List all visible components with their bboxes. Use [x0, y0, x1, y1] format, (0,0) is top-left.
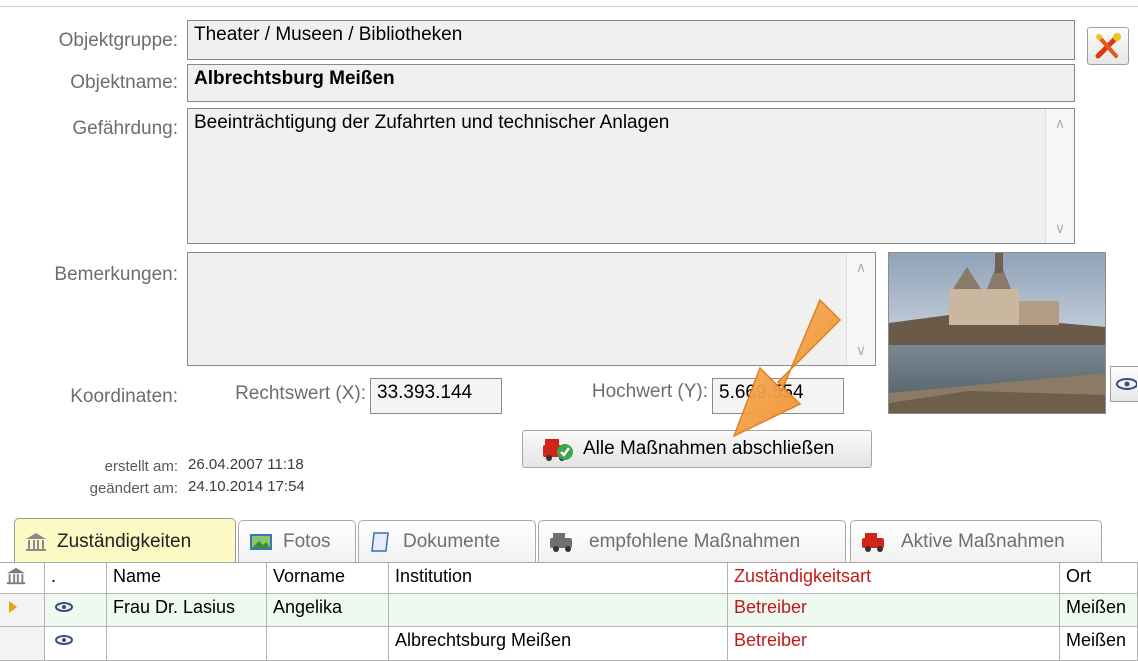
tab-zustaendigkeiten[interactable]: Zuständigkeiten — [14, 518, 236, 564]
table-header-corner — [0, 563, 45, 594]
bemerkungen-scrollbar[interactable]: ∧ ∨ — [846, 253, 875, 365]
gefaehrdung-textarea[interactable]: Beeinträchtigung der Zufahrten und techn… — [187, 108, 1075, 244]
objektname-field[interactable]: Albrechtsburg Meißen — [187, 64, 1075, 102]
tab-dokumente-label: Dokumente — [403, 530, 501, 552]
tab-aktive-massnahmen-label: Aktive Maßnahmen — [901, 530, 1065, 552]
eye-icon — [1116, 378, 1138, 390]
fire-truck-icon — [550, 532, 572, 552]
cell-institution[interactable]: Albrechtsburg Meißen — [389, 627, 728, 661]
tab-aktive-massnahmen[interactable]: Aktive Maßnahmen — [850, 520, 1102, 562]
top-divider — [0, 6, 1138, 7]
cell-institution[interactable] — [389, 594, 728, 627]
cell-ort[interactable]: Meißen — [1060, 594, 1138, 627]
column-header-institution[interactable]: Institution — [389, 563, 728, 594]
row-pointer-icon — [9, 601, 17, 613]
scroll-down-icon[interactable]: ∨ — [847, 342, 875, 359]
fire-truck-red-icon — [862, 532, 884, 552]
gefaehrdung-text: Beeinträchtigung der Zufahrten und techn… — [194, 112, 670, 133]
hochwert-label: Hochwert (Y): — [591, 381, 708, 402]
cell-zustaendigkeitsart[interactable]: Betreiber — [728, 594, 1060, 627]
cell-name[interactable] — [107, 627, 267, 661]
castle-photo-image — [889, 253, 1105, 413]
cell-vorname[interactable]: Angelika — [267, 594, 389, 627]
building-icon — [6, 567, 26, 585]
column-header-ort[interactable]: Ort — [1060, 563, 1138, 594]
objektgruppe-label: Objektgruppe: — [58, 30, 178, 51]
edit-tools-button[interactable] — [1087, 27, 1129, 65]
eye-icon — [55, 602, 73, 612]
row-selector[interactable] — [0, 627, 45, 661]
tab-empfohlene-massnahmen[interactable]: empfohlene Maßnahmen — [538, 520, 846, 562]
erstellt-label: erstellt am: — [104, 458, 178, 475]
scroll-up-icon[interactable]: ∧ — [1046, 115, 1074, 132]
erstellt-value: 26.04.2007 11:18 — [188, 456, 304, 473]
geaendert-label: geändert am: — [89, 480, 178, 497]
cell-ort[interactable]: Meißen — [1060, 627, 1138, 661]
annotation-arrow-icon — [732, 298, 842, 438]
row-selector[interactable] — [0, 594, 45, 627]
cell-name[interactable]: Frau Dr. Lasius — [107, 594, 267, 627]
fire-truck-check-icon — [543, 439, 573, 461]
tab-fotos[interactable]: Fotos — [238, 520, 356, 562]
object-photo[interactable] — [888, 252, 1106, 414]
row-view-button[interactable] — [45, 594, 107, 627]
geaendert-value: 24.10.2014 17:54 — [188, 478, 305, 495]
column-header-dot[interactable]: . — [45, 563, 107, 594]
column-header-vorname[interactable]: Vorname — [267, 563, 389, 594]
building-icon — [26, 532, 46, 551]
tab-fotos-label: Fotos — [283, 530, 331, 552]
tab-zustaendigkeiten-label: Zuständigkeiten — [57, 530, 192, 552]
objektgruppe-field[interactable]: Theater / Museen / Bibliotheken — [187, 20, 1075, 60]
column-header-name[interactable]: Name — [107, 563, 267, 594]
column-header-zustaendigkeitsart[interactable]: Zuständigkeitsart — [728, 563, 1060, 594]
tab-empfohlene-massnahmen-label: empfohlene Maßnahmen — [589, 530, 801, 552]
tools-icon — [1095, 33, 1121, 59]
bemerkungen-label: Bemerkungen: — [54, 264, 178, 285]
row-view-button[interactable] — [45, 627, 107, 661]
view-photo-button[interactable] — [1110, 366, 1138, 402]
scroll-down-icon[interactable]: ∨ — [1046, 220, 1074, 237]
scroll-up-icon[interactable]: ∧ — [847, 259, 875, 276]
rechtswert-label: Rechtswert (X): — [235, 383, 366, 404]
cell-zustaendigkeitsart[interactable]: Betreiber — [728, 627, 1060, 661]
photo-icon — [250, 533, 272, 550]
koordinaten-label: Koordinaten: — [70, 386, 178, 407]
cell-vorname[interactable] — [267, 627, 389, 661]
objektname-label: Objektname: — [70, 72, 178, 93]
gefaehrdung-scrollbar[interactable]: ∧ ∨ — [1045, 109, 1074, 243]
eye-icon — [55, 635, 73, 645]
gefaehrdung-label: Gefährdung: — [72, 118, 178, 139]
rechtswert-field[interactable]: 33.393.144 — [370, 378, 502, 414]
tab-dokumente[interactable]: Dokumente — [358, 520, 536, 562]
document-icon — [371, 531, 389, 552]
